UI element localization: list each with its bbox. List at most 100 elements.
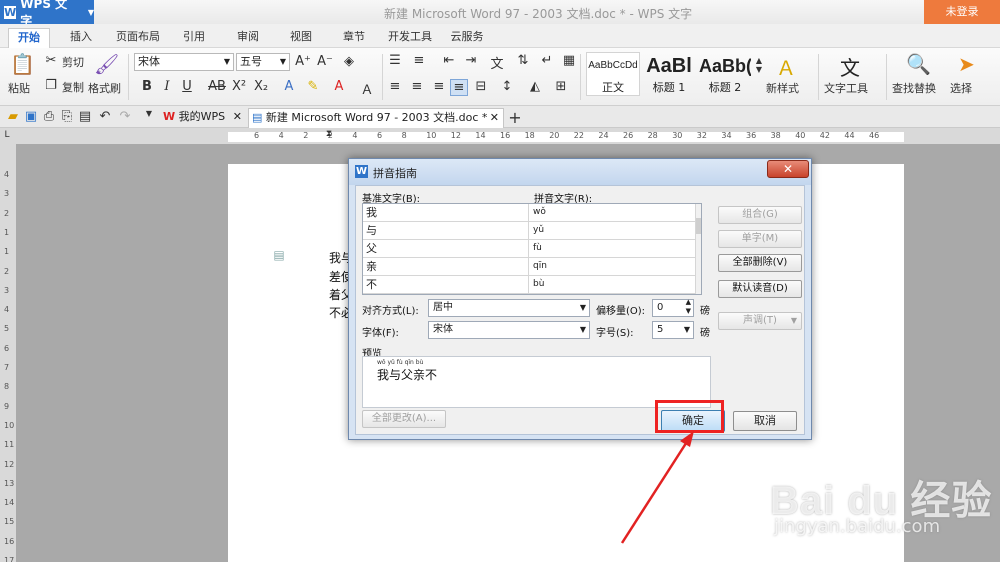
justify-icon[interactable]: ≡ (450, 79, 468, 96)
tab-cloud-service[interactable]: 云服务 (446, 28, 488, 48)
strikethrough-icon[interactable]: AB (208, 79, 226, 94)
style-normal[interactable]: AaBbCcDd 正文 (586, 52, 640, 96)
redo-icon[interactable]: ↷ (116, 109, 134, 124)
bold-icon[interactable]: B (138, 79, 156, 94)
font-color-icon[interactable]: A (330, 79, 348, 94)
paste-button[interactable]: 粘贴 (8, 80, 30, 96)
tab-document[interactable]: ▤ 新建 Microsoft Word 97 - 2003 文档.doc * ✕ (248, 108, 504, 128)
tab-view[interactable]: 视图 (283, 28, 319, 48)
italic-icon[interactable]: I (158, 79, 176, 94)
decrease-indent-icon[interactable]: ⇤ (440, 53, 458, 68)
stepper-arrows-icon[interactable]: ▲ ▼ (686, 298, 691, 316)
style-heading-2[interactable]: AaBb( 标题 2 (698, 52, 752, 96)
pinyin-text-cell[interactable]: bù (529, 276, 695, 294)
ruler-tick-label: 5 (4, 324, 10, 334)
show-marks-icon[interactable]: ↵ (538, 53, 556, 68)
tab-stop-icon[interactable]: L (0, 130, 14, 140)
tab-chapter[interactable]: 章节 (336, 28, 372, 48)
login-button[interactable]: 未登录 (924, 0, 1000, 24)
chevron-down-icon[interactable]: ▼ (140, 109, 158, 118)
superscript-icon[interactable]: X² (230, 79, 248, 94)
save-icon[interactable]: ▣ (22, 109, 40, 124)
default-reading-button[interactable]: 默认读音(D) (718, 280, 802, 298)
shrink-font-icon[interactable]: A⁻ (316, 54, 334, 69)
base-text-cell[interactable]: 我 (363, 204, 529, 222)
table-row: 亲 qīn (363, 258, 695, 276)
text-effect-icon[interactable]: A (280, 79, 298, 94)
base-text-cell[interactable]: 亲 (363, 258, 529, 276)
new-tab-icon[interactable]: + (506, 108, 524, 127)
pinyin-text-cell[interactable]: yǔ (529, 222, 695, 240)
open-folder-icon[interactable]: ▰ (4, 109, 22, 124)
format-painter-button[interactable]: 格式刷 (88, 80, 121, 96)
shading-icon[interactable]: ◭ (526, 79, 544, 94)
select-button[interactable]: 选择 (950, 80, 972, 96)
style-heading-1[interactable]: AaBl 标题 1 (642, 52, 696, 96)
chinese-layout-icon[interactable]: 文 (488, 53, 506, 72)
base-text-cell[interactable]: 与 (363, 222, 529, 240)
pinyin-text-cell[interactable]: wǒ (529, 204, 695, 222)
print-icon[interactable]: ⎘ (58, 109, 76, 124)
undo-icon[interactable]: ↶ (96, 109, 114, 124)
base-text-cell[interactable]: 不 (363, 276, 529, 294)
font-size-select[interactable]: 五号 ▼ (236, 53, 290, 71)
scrollbar-thumb[interactable] (696, 218, 701, 234)
single-char-button[interactable]: 单字(M) (718, 230, 802, 248)
align-left-icon[interactable]: ≡ (386, 79, 404, 94)
subscript-icon[interactable]: X₂ (252, 79, 270, 94)
tab-review[interactable]: 审阅 (230, 28, 266, 48)
tab-home[interactable]: 开始 (8, 28, 50, 48)
group-button[interactable]: 组合(G) (718, 206, 802, 224)
tab-page-layout[interactable]: 页面布局 (112, 28, 164, 48)
close-icon[interactable]: ✕ (233, 108, 242, 126)
app-menu-button[interactable]: W WPS 文字 ▼ (0, 0, 94, 28)
align-center-icon[interactable]: ≡ (408, 79, 426, 94)
highlight-color-icon[interactable]: ✎ (304, 79, 322, 94)
font-name-select[interactable]: 宋体 ▼ (134, 53, 234, 71)
offset-stepper[interactable]: 0 ▲ ▼ (652, 298, 694, 317)
export-pdf-icon[interactable]: ▤ (76, 109, 94, 124)
base-text-cell[interactable]: 父 (363, 240, 529, 258)
distributed-icon[interactable]: ⊟ (472, 79, 490, 94)
ruler-tick-label: 2 (4, 208, 10, 218)
change-all-button[interactable]: 全部更改(A)... (362, 410, 446, 428)
grid-scrollbar[interactable] (695, 204, 701, 294)
bullet-list-icon[interactable]: ☰ (386, 53, 404, 68)
table-icon[interactable]: ▦ (560, 53, 578, 68)
cancel-button[interactable]: 取消 (733, 411, 797, 431)
tab-my-wps[interactable]: W 我的WPS ✕ (160, 108, 246, 128)
clear-all-button[interactable]: 全部删除(V) (718, 254, 802, 272)
size-select[interactable]: 5 ▼ (652, 321, 694, 339)
increase-indent-icon[interactable]: ⇥ (462, 53, 480, 68)
underline-icon[interactable]: U (178, 79, 196, 94)
close-icon[interactable]: ✕ (490, 109, 499, 127)
alignment-select[interactable]: 居中 ▼ (428, 299, 590, 317)
ruler-tick-label: 4 (4, 305, 10, 315)
tab-insert[interactable]: 插入 (62, 28, 100, 48)
find-replace-button[interactable]: 查找替换 (892, 80, 936, 96)
grow-font-icon[interactable]: A⁺ (294, 54, 312, 69)
char-border-icon[interactable]: Ａ (358, 79, 376, 98)
font-select[interactable]: 宋体 ▼ (428, 321, 590, 339)
new-style-button[interactable]: 新样式 (766, 80, 799, 96)
close-button[interactable]: ✕ (767, 160, 809, 178)
copy-button[interactable]: 复制 (62, 79, 84, 95)
tone-button[interactable]: 声调(T) ▼ (718, 312, 802, 330)
tab-developer[interactable]: 开发工具 (384, 28, 436, 48)
clear-format-icon[interactable]: ◈ (340, 54, 358, 69)
cut-button[interactable]: 剪切 (62, 54, 84, 70)
text-tools-button[interactable]: 文字工具 (824, 80, 868, 96)
pinyin-text-cell[interactable]: fù (529, 240, 695, 258)
align-right-icon[interactable]: ≡ (430, 79, 448, 94)
line-spacing-icon[interactable]: ↕ (498, 79, 516, 94)
styles-more-icon[interactable]: ▲ ▼ (750, 56, 768, 74)
numbered-list-icon[interactable]: ≡ (410, 53, 428, 68)
sort-icon[interactable]: ⇅ (514, 53, 532, 68)
tab-references[interactable]: 引用 (176, 28, 212, 48)
print-preview-icon[interactable]: ⎙ (40, 109, 58, 124)
style-name: 正文 (602, 81, 624, 94)
pinyin-text-cell[interactable]: qīn (529, 258, 695, 276)
paragraph-handle-icon[interactable]: ▤ (270, 248, 288, 262)
dialog-title-bar[interactable]: W 拼音指南 (349, 159, 811, 185)
borders-icon[interactable]: ⊞ (552, 79, 570, 94)
